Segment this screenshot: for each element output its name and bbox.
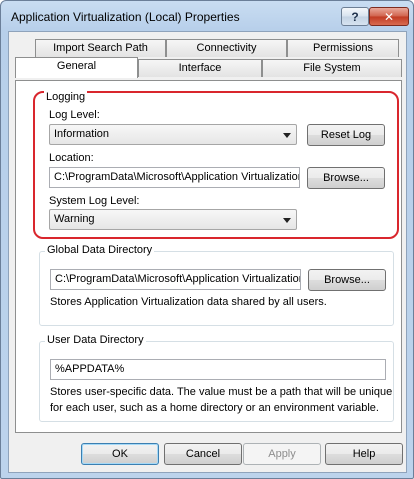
chevron-down-icon — [283, 133, 291, 138]
tab-permissions[interactable]: Permissions — [287, 39, 399, 57]
system-log-level-select[interactable]: Warning — [49, 209, 297, 230]
properties-dialog: Application Virtualization (Local) Prope… — [0, 0, 414, 479]
dialog-client-area: Import Search Path Connectivity Permissi… — [8, 31, 407, 473]
user-data-description-line2: for each user, such as a home directory … — [50, 402, 379, 414]
user-data-group-label: User Data Directory — [45, 334, 146, 346]
user-data-group: User Data Directory %APPDATA% Stores use… — [39, 334, 394, 422]
reset-log-button[interactable]: Reset Log — [307, 124, 385, 146]
logging-group: Logging Log Level: Information Reset Log… — [39, 91, 394, 233]
chevron-down-icon — [283, 218, 291, 223]
location-label: Location: — [49, 152, 94, 164]
tab-import-search-path[interactable]: Import Search Path — [35, 39, 166, 57]
window-title: Application Virtualization (Local) Prope… — [11, 10, 240, 24]
global-data-browse-button[interactable]: Browse... — [308, 269, 386, 291]
global-data-group-label: Global Data Directory — [45, 244, 155, 256]
tab-interface[interactable]: Interface — [138, 59, 262, 77]
tab-file-system[interactable]: File System — [262, 59, 402, 77]
ok-button[interactable]: OK — [81, 443, 159, 465]
close-icon: ✕ — [383, 9, 395, 24]
help-title-button[interactable]: ? — [341, 7, 369, 26]
location-browse-button[interactable]: Browse... — [307, 167, 385, 189]
general-tab-page: Logging Log Level: Information Reset Log… — [15, 80, 402, 433]
tab-connectivity[interactable]: Connectivity — [166, 39, 287, 57]
log-location-input[interactable]: C:\ProgramData\Microsoft\Application Vir… — [49, 167, 300, 188]
global-data-group: Global Data Directory C:\ProgramData\Mic… — [39, 244, 394, 326]
tab-general[interactable]: General — [15, 57, 138, 78]
cancel-button[interactable]: Cancel — [164, 443, 242, 465]
user-data-path-input[interactable]: %APPDATA% — [50, 359, 386, 380]
question-icon: ? — [351, 9, 359, 24]
title-bar[interactable]: Application Virtualization (Local) Prope… — [1, 1, 413, 31]
apply-button[interactable]: Apply — [243, 443, 321, 465]
log-level-label: Log Level: — [49, 109, 100, 121]
close-button[interactable]: ✕ — [369, 7, 409, 26]
user-data-description-line1: Stores user-specific data. The value mus… — [50, 386, 393, 398]
log-level-select[interactable]: Information — [49, 124, 297, 145]
global-data-path-input[interactable]: C:\ProgramData\Microsoft\Application Vir… — [50, 269, 301, 290]
global-data-description: Stores Application Virtualization data s… — [50, 296, 327, 308]
logging-group-label: Logging — [44, 91, 88, 103]
system-log-level-label: System Log Level: — [49, 195, 140, 207]
help-button[interactable]: Help — [325, 443, 403, 465]
